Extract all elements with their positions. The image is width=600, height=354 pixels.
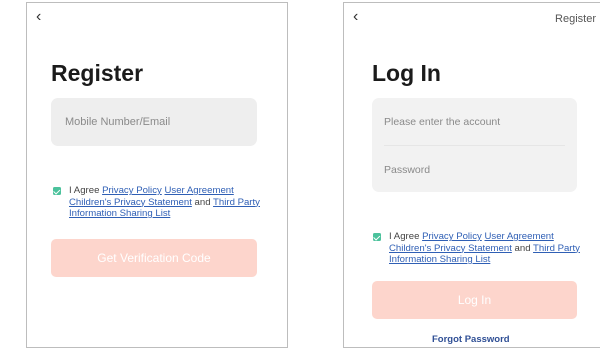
get-verification-code-button[interactable]: Get Verification Code	[51, 239, 257, 277]
agree-checkbox[interactable]	[53, 187, 61, 195]
agree-prefix: I Agree	[389, 231, 423, 242]
register-link[interactable]: Register	[555, 13, 596, 25]
user-agreement-link[interactable]: User Agreement	[484, 231, 553, 242]
account-input[interactable]: Please enter the account	[384, 116, 500, 128]
agree-and: and	[511, 242, 534, 254]
childrens-privacy-link[interactable]: Children's Privacy Statement	[69, 197, 192, 208]
agreement-row: I Agree Privacy Policy User Agreement Ch…	[373, 231, 583, 271]
login-button[interactable]: Log In	[372, 281, 577, 319]
password-input-placeholder: Password	[384, 164, 431, 176]
account-input[interactable]: Mobile Number/Email	[51, 98, 257, 146]
password-input[interactable]: Password	[384, 164, 430, 176]
get-verification-code-label: Get Verification Code	[97, 251, 211, 265]
agree-and: and	[191, 196, 214, 208]
agree-checkbox[interactable]	[373, 233, 381, 241]
forgot-password-link[interactable]: Forgot Password	[432, 334, 510, 345]
back-button[interactable]: ‹	[36, 9, 41, 25]
privacy-policy-link[interactable]: Privacy Policy	[102, 185, 162, 196]
page-title: Register	[51, 60, 144, 86]
agree-prefix: I Agree	[69, 185, 103, 196]
login-fields: Please enter the account Password	[372, 98, 577, 192]
agreement-text: I Agree Privacy Policy User Agreement Ch…	[69, 185, 263, 220]
page-title: Log In	[372, 60, 441, 86]
account-input-placeholder: Mobile Number/Email	[65, 116, 171, 128]
register-screen: ‹ Register Mobile Number/Email I Agree P…	[26, 2, 288, 348]
privacy-policy-link[interactable]: Privacy Policy	[422, 231, 482, 242]
login-button-label: Log In	[457, 293, 492, 307]
back-button[interactable]: ‹	[353, 9, 358, 25]
agreement-text: I Agree Privacy Policy User Agreement Ch…	[389, 231, 583, 266]
user-agreement-link[interactable]: User Agreement	[164, 185, 233, 196]
childrens-privacy-link[interactable]: Children's Privacy Statement	[389, 243, 512, 254]
field-divider	[384, 145, 565, 146]
agreement-row: I Agree Privacy Policy User Agreement Ch…	[53, 185, 263, 225]
login-screen: ‹ Register Log In Please enter the accou…	[343, 2, 600, 348]
account-input-placeholder: Please enter the account	[384, 116, 501, 128]
